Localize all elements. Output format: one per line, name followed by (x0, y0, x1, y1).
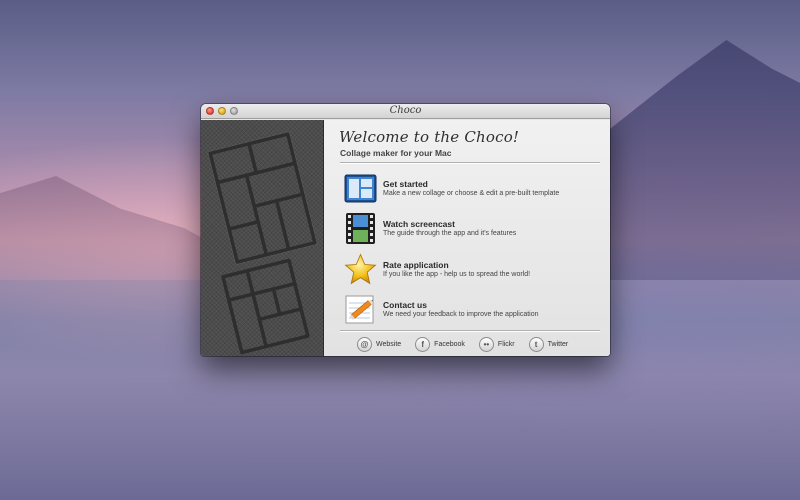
rate-application-button[interactable]: Rate application If you like the app - h… (344, 252, 604, 286)
website-link[interactable]: @ Website (357, 337, 401, 352)
globe-icon: @ (357, 337, 372, 352)
layout-grid-icon (344, 172, 377, 205)
welcome-subtitle: Collage maker for your Mac (340, 148, 452, 158)
welcome-heading: Welcome to the Choco! (339, 128, 520, 146)
get-started-button[interactable]: Get started Make a new collage or choose… (344, 171, 604, 205)
welcome-panel: Welcome to the Choco! Collage maker for … (324, 120, 610, 356)
rate-application-label: Rate application (383, 259, 449, 270)
film-strip-icon (344, 212, 377, 245)
contact-us-label: Contact us (383, 299, 427, 310)
window-title: Choco (389, 105, 422, 116)
flickr-link[interactable]: •• Flickr (478, 337, 515, 352)
flickr-label: Flickr (497, 341, 515, 348)
watch-screencast-label: Watch screencast (383, 218, 455, 229)
get-started-description: Make a new collage or choose & edit a pr… (383, 189, 560, 197)
website-label: Website (376, 341, 402, 348)
rate-application-description: If you like the app - help us to spread … (383, 270, 531, 278)
contact-us-button[interactable]: Contact us We need your feedback to impr… (344, 292, 604, 326)
collage-frames-illustration (207, 131, 318, 355)
decorative-side-panel (201, 120, 324, 356)
window-content: Welcome to the Choco! Collage maker for … (201, 120, 610, 356)
facebook-label: Facebook (434, 341, 465, 348)
star-icon (344, 252, 377, 286)
watch-screencast-description: The guide through the app and it's featu… (383, 229, 517, 237)
watch-screencast-button[interactable]: Watch screencast The guide through the a… (344, 211, 604, 245)
pencil-paper-icon (344, 293, 377, 326)
divider (340, 162, 600, 163)
twitter-link[interactable]: t Twitter (528, 337, 569, 352)
get-started-label: Get started (383, 178, 428, 189)
twitter-icon: t (528, 337, 544, 352)
contact-us-description: We need your feedback to improve the app… (383, 310, 539, 318)
facebook-icon: f (415, 337, 431, 352)
twitter-label: Twitter (547, 341, 569, 348)
welcome-window: Choco Welcome to the Choco! Collage make… (201, 104, 610, 356)
flickr-icon: •• (478, 337, 494, 352)
divider (340, 330, 600, 331)
facebook-link[interactable]: f Facebook (415, 337, 465, 352)
window-titlebar[interactable]: Choco (201, 104, 610, 119)
social-links-bar: @ Website f Facebook •• Flickr t Twitter (357, 337, 582, 352)
